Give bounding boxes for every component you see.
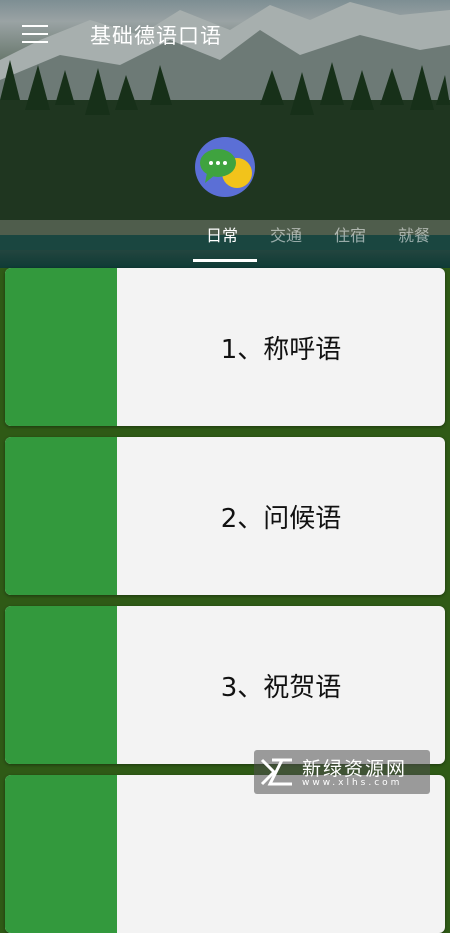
card-accent-stripe bbox=[5, 775, 117, 933]
card-label: 1、称呼语 bbox=[220, 334, 342, 365]
watermark-subtext: www.xlhs.com bbox=[302, 778, 403, 788]
header-banner: 基础德语口语 日常 交通 住宿 就餐 bbox=[0, 0, 450, 268]
watermark-logo-icon bbox=[260, 758, 292, 786]
watermark: 新绿资源网 www.xlhs.com bbox=[254, 750, 430, 794]
tab-transport[interactable]: 交通 bbox=[254, 218, 318, 248]
list-item[interactable]: 1、称呼语 bbox=[5, 268, 445, 426]
card-accent-stripe bbox=[5, 268, 117, 426]
hamburger-menu-icon[interactable] bbox=[22, 25, 48, 45]
list-item[interactable]: 3、祝贺语 bbox=[5, 606, 445, 764]
page-title: 基础德语口语 bbox=[90, 24, 222, 48]
tab-lodging[interactable]: 住宿 bbox=[318, 218, 382, 248]
tab-daily[interactable]: 日常 bbox=[190, 218, 254, 248]
list-item[interactable] bbox=[5, 775, 445, 933]
card-label: 2、问候语 bbox=[220, 503, 342, 534]
watermark-text: 新绿资源网 bbox=[302, 758, 408, 780]
category-tabs: 日常 交通 住宿 就餐 bbox=[190, 218, 450, 248]
card-label bbox=[117, 775, 445, 933]
card-accent-stripe bbox=[5, 437, 117, 595]
list-item[interactable]: 2、问候语 bbox=[5, 437, 445, 595]
tab-dining[interactable]: 就餐 bbox=[382, 218, 446, 248]
card-accent-stripe bbox=[5, 606, 117, 764]
card-label: 3、祝贺语 bbox=[220, 672, 342, 703]
active-tab-indicator bbox=[193, 259, 257, 262]
chat-bubble-avatar-icon bbox=[195, 137, 255, 197]
top-app-bar: 基础德语口语 bbox=[0, 0, 450, 70]
